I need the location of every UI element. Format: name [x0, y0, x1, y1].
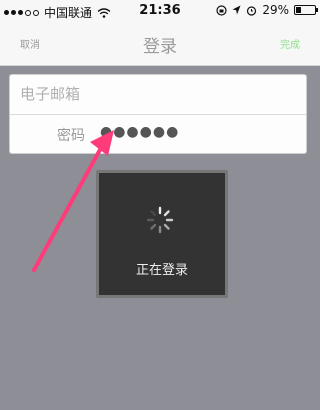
location-arrow-icon: [232, 5, 241, 15]
annotation-arrow-icon: [32, 130, 114, 272]
battery-icon: [294, 5, 318, 15]
battery-percent: 29%: [262, 3, 289, 17]
nav-bar: 取消 登录 完成: [0, 22, 320, 66]
rotation-lock-icon: [216, 4, 227, 16]
status-bar: 中国联通 21:36 29%: [0, 0, 320, 22]
email-field[interactable]: [20, 83, 290, 105]
email-row: [10, 75, 306, 115]
alarm-icon: [247, 5, 257, 16]
status-right: 29%: [216, 3, 318, 17]
page-title: 登录: [143, 37, 177, 57]
spinner-icon: [146, 206, 174, 234]
battery-level-fill: [296, 7, 302, 13]
done-button[interactable]: 完成: [280, 36, 300, 51]
dimmed-content: 密码 ●●●●●● 正在登录: [0, 66, 320, 410]
